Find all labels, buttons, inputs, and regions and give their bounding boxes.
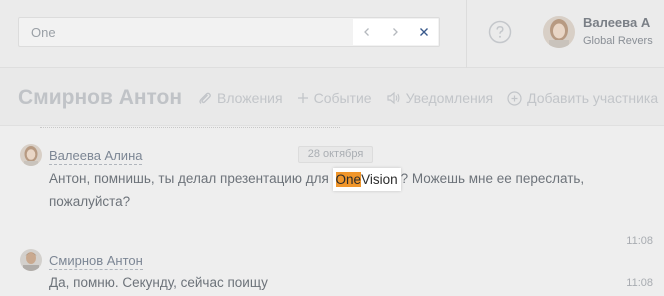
user-name[interactable]: Валеева А <box>583 15 650 30</box>
message-author[interactable]: Смирнов Антон <box>49 253 143 270</box>
messages-area: 28 октября Валеева Алина Антон, помнишь,… <box>0 127 664 296</box>
user-avatar[interactable] <box>543 16 575 48</box>
message-text: Да, помню. Секунду, сейчас поищу <box>49 275 268 290</box>
author-avatar[interactable] <box>20 144 42 166</box>
attachments-label: Вложения <box>217 90 283 106</box>
message-time: 11:08 <box>626 277 653 289</box>
notifications-button[interactable]: Уведомления <box>386 90 494 106</box>
chevron-left-icon <box>364 28 370 36</box>
chat-header: Смирнов Антон Вложения Событие Уведомлен… <box>0 68 664 126</box>
message-time: 11:08 <box>626 235 653 247</box>
event-button[interactable]: Событие <box>297 90 372 106</box>
chevron-right-icon <box>393 28 399 36</box>
message-author[interactable]: Валеева Алина <box>49 148 143 165</box>
message-text: Антон, помнишь, ты делал презентацию для… <box>49 167 609 213</box>
chat-title: Смирнов Антон <box>18 86 183 109</box>
search-prev-button[interactable] <box>355 20 379 44</box>
author-avatar[interactable] <box>20 249 42 271</box>
paperclip-icon <box>199 92 211 104</box>
search-input[interactable] <box>19 18 353 46</box>
search-match: One <box>335 172 362 187</box>
search-highlight: OneVision <box>332 168 401 191</box>
event-label: Событие <box>313 90 372 106</box>
add-participant-label: Добавить участника <box>527 90 659 106</box>
cut-off-message-line <box>40 127 340 130</box>
notifications-label: Уведомления <box>405 90 494 106</box>
search-next-button[interactable] <box>383 20 407 44</box>
top-bar: Валеева А Global Revers <box>0 0 664 68</box>
plus-icon <box>297 93 308 103</box>
attachments-button[interactable]: Вложения <box>198 90 283 106</box>
add-participant-button[interactable]: Добавить участника <box>507 90 658 106</box>
message-text-before: Антон, помнишь, ты делал презентацию для <box>49 171 333 186</box>
search-close-button[interactable] <box>412 20 436 44</box>
close-icon <box>419 28 428 36</box>
user-company: Global Revers <box>583 35 653 47</box>
speaker-icon <box>386 91 400 105</box>
add-circle-icon <box>507 90 522 106</box>
search-nav-group <box>353 19 438 45</box>
date-badge: 28 октября <box>298 146 373 163</box>
help-icon[interactable] <box>488 20 512 44</box>
search-match-rest: Vision <box>361 172 398 187</box>
topbar-divider <box>466 0 467 68</box>
header-actions: Вложения Событие Уведомления Добавить уч… <box>198 90 658 106</box>
search-box <box>18 17 440 47</box>
